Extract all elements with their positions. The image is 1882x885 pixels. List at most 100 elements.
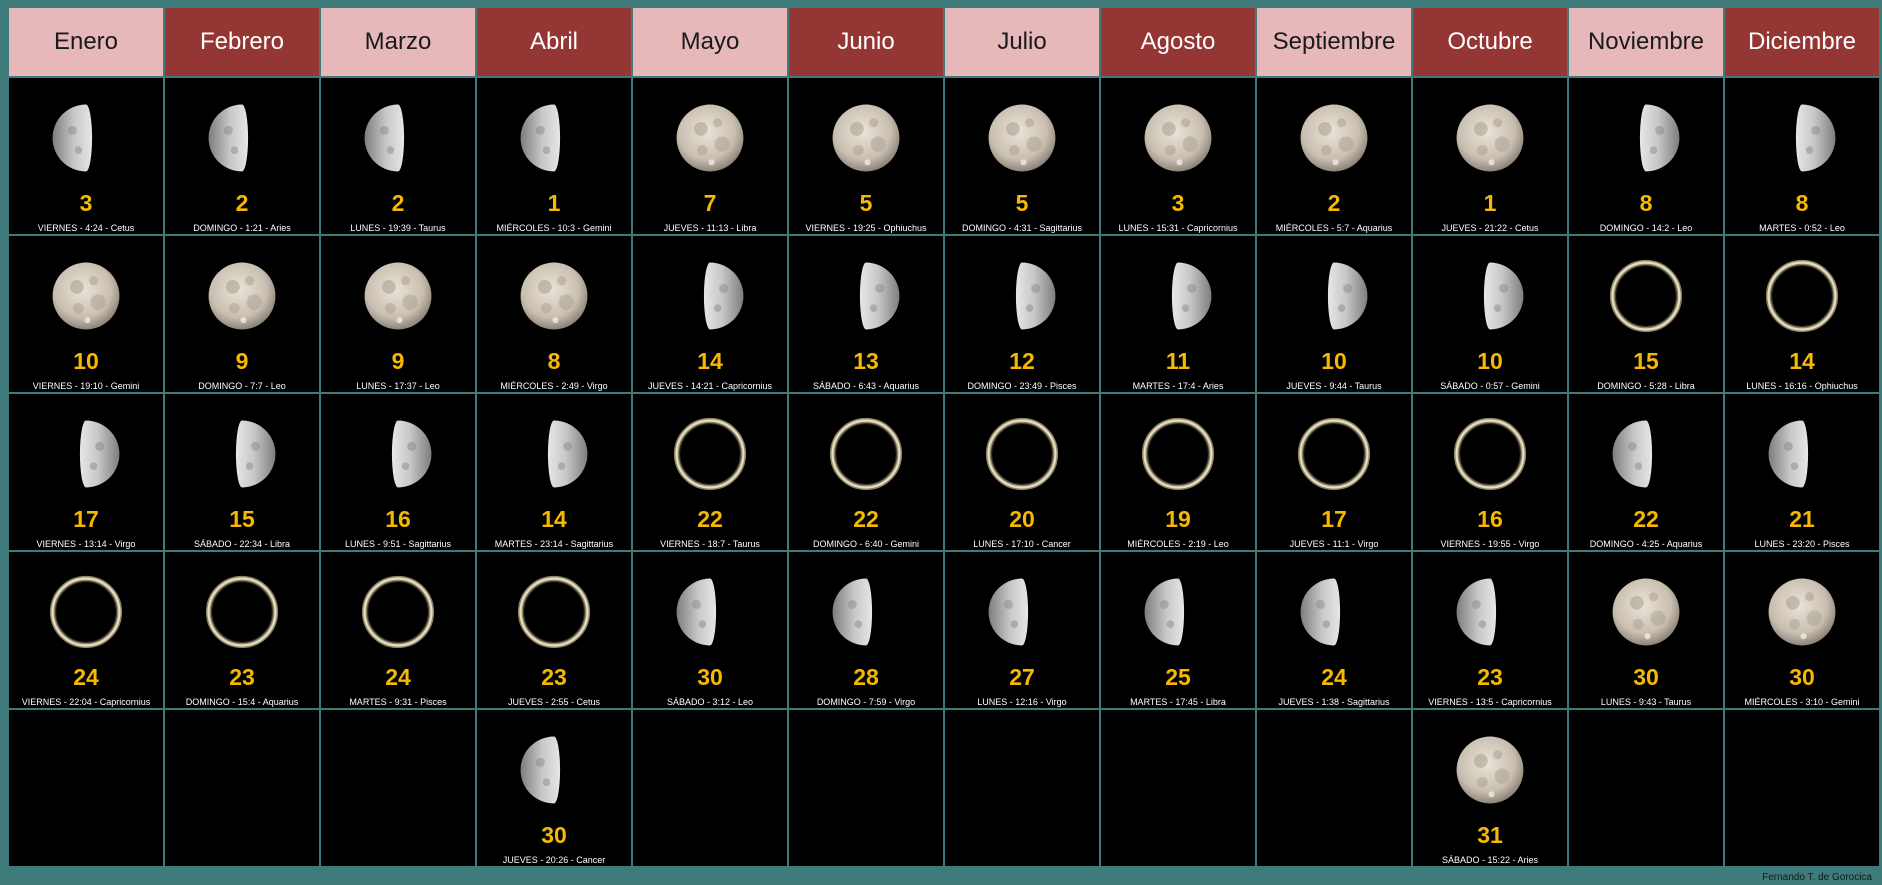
phase-cell: 8 MARTES - 0:52 - Leo bbox=[1725, 78, 1879, 234]
phase-cell: 10 SÁBADO - 0:57 - Gemini bbox=[1413, 236, 1567, 392]
phase-cell: 15 DOMINGO - 5:28 - Libra bbox=[1569, 236, 1723, 392]
phase-day-number: 14 bbox=[541, 506, 567, 532]
phase-day-number: 5 bbox=[1015, 190, 1029, 216]
phase-day-number: 10 bbox=[1477, 348, 1503, 374]
empty-cell bbox=[9, 710, 163, 866]
phase-day-number: 25 bbox=[1165, 664, 1191, 690]
first-quarter-moon-icon bbox=[235, 420, 276, 488]
phase-details: MARTES - 17:4 - Aries bbox=[1132, 381, 1224, 391]
empty-cell bbox=[1569, 710, 1723, 866]
phase-day-number: 30 bbox=[541, 822, 567, 848]
phase-day-number: 14 bbox=[697, 348, 723, 374]
month-header-2: Febrero bbox=[165, 8, 319, 76]
phase-cell: 30 SÁBADO - 3:12 - Leo bbox=[633, 552, 787, 708]
phase-day-number: 16 bbox=[1477, 506, 1503, 532]
last-quarter-moon-icon bbox=[208, 104, 249, 172]
phase-details: LUNES - 12:16 - Virgo bbox=[977, 697, 1067, 707]
month-header-9: Septiembre bbox=[1257, 8, 1411, 76]
phase-details: DOMINGO - 5:28 - Libra bbox=[1597, 381, 1695, 391]
full-moon-icon bbox=[832, 104, 900, 172]
empty-cell bbox=[321, 710, 475, 866]
phase-details: VIERNES - 19:55 - Virgo bbox=[1440, 539, 1540, 549]
phase-details: SÁBADO - 15:22 - Aries bbox=[1441, 855, 1539, 865]
phase-details: JUEVES - 11:13 - Libra bbox=[663, 223, 757, 233]
phase-cell: 1 MIÉRCOLES - 10:3 - Gemini bbox=[477, 78, 631, 234]
phase-cell: 28 DOMINGO - 7:59 - Virgo bbox=[789, 552, 943, 708]
new-moon-icon bbox=[49, 575, 123, 649]
phase-day-number: 23 bbox=[229, 664, 255, 690]
phase-day-number: 22 bbox=[1633, 506, 1659, 532]
phase-details: DOMINGO - 4:31 - Sagittarius bbox=[961, 223, 1083, 233]
full-moon-icon bbox=[988, 104, 1056, 172]
phase-cell: 10 VIERNES - 19:10 - Gemini bbox=[9, 236, 163, 392]
phase-details: JUEVES - 11:1 - Virgo bbox=[1289, 539, 1379, 549]
phase-details: VIERNES - 4:24 - Cetus bbox=[37, 223, 135, 233]
new-moon-icon bbox=[1765, 259, 1839, 333]
first-quarter-moon-icon bbox=[1795, 104, 1836, 172]
phase-cell: 8 DOMINGO - 14:2 - Leo bbox=[1569, 78, 1723, 234]
phase-cell: 25 MARTES - 17:45 - Libra bbox=[1101, 552, 1255, 708]
author-credit: Fernando T. de Gorocica bbox=[1762, 872, 1872, 883]
phase-details: VIERNES - 13:14 - Virgo bbox=[36, 539, 136, 549]
phase-details: LUNES - 17:10 - Cancer bbox=[973, 539, 1071, 549]
phase-details: JUEVES - 20:26 - Cancer bbox=[502, 855, 606, 865]
first-quarter-moon-icon bbox=[859, 262, 900, 330]
phase-day-number: 8 bbox=[1639, 190, 1653, 216]
phase-day-number: 2 bbox=[235, 190, 249, 216]
first-quarter-moon-icon bbox=[79, 420, 120, 488]
phase-details: MIÉRCOLES - 10:3 - Gemini bbox=[496, 223, 612, 233]
phase-cell: 22 DOMINGO - 4:25 - Aquarius bbox=[1569, 394, 1723, 550]
month-header-4: Abril bbox=[477, 8, 631, 76]
phase-cell: 24 MARTES - 9:31 - Pisces bbox=[321, 552, 475, 708]
full-moon-icon bbox=[1456, 104, 1524, 172]
last-quarter-moon-icon bbox=[520, 104, 561, 172]
month-header-12: Diciembre bbox=[1725, 8, 1879, 76]
phase-cell: 19 MIÉRCOLES - 2:19 - Leo bbox=[1101, 394, 1255, 550]
phase-day-number: 7 bbox=[703, 190, 717, 216]
full-moon-icon bbox=[52, 262, 120, 330]
phase-details: LUNES - 9:51 - Sagittarius bbox=[344, 539, 452, 549]
phase-details: VIERNES - 19:25 - Ophiuchus bbox=[805, 223, 927, 233]
full-moon-icon bbox=[1612, 578, 1680, 646]
phase-details: JUEVES - 1:38 - Sagittarius bbox=[1278, 697, 1390, 707]
last-quarter-moon-icon bbox=[676, 578, 717, 646]
phase-cell: 17 VIERNES - 13:14 - Virgo bbox=[9, 394, 163, 550]
phase-day-number: 22 bbox=[853, 506, 879, 532]
phase-day-number: 24 bbox=[73, 664, 99, 690]
phase-cell: 30 JUEVES - 20:26 - Cancer bbox=[477, 710, 631, 866]
phase-day-number: 1 bbox=[547, 190, 561, 216]
empty-cell bbox=[633, 710, 787, 866]
month-header-8: Agosto bbox=[1101, 8, 1255, 76]
first-quarter-moon-icon bbox=[391, 420, 432, 488]
phase-details: VIERNES - 18:7 - Taurus bbox=[660, 539, 760, 549]
phase-cell: 3 VIERNES - 4:24 - Cetus bbox=[9, 78, 163, 234]
full-moon-icon bbox=[520, 262, 588, 330]
phase-cell: 16 VIERNES - 19:55 - Virgo bbox=[1413, 394, 1567, 550]
phase-cell: 24 JUEVES - 1:38 - Sagittarius bbox=[1257, 552, 1411, 708]
phase-details: MARTES - 0:52 - Leo bbox=[1759, 223, 1845, 233]
phase-day-number: 9 bbox=[235, 348, 249, 374]
phase-day-number: 11 bbox=[1165, 348, 1191, 374]
phase-day-number: 8 bbox=[1795, 190, 1809, 216]
phase-cell: 13 SÁBADO - 6:43 - Aquarius bbox=[789, 236, 943, 392]
full-moon-icon bbox=[1456, 736, 1524, 804]
phase-cell: 31 SÁBADO - 15:22 - Aries bbox=[1413, 710, 1567, 866]
phase-day-number: 3 bbox=[1171, 190, 1185, 216]
phase-cell: 3 LUNES - 15:31 - Capricornius bbox=[1101, 78, 1255, 234]
phase-day-number: 15 bbox=[229, 506, 255, 532]
last-quarter-moon-icon bbox=[832, 578, 873, 646]
phase-details: DOMINGO - 7:59 - Virgo bbox=[816, 697, 916, 707]
phase-cell: 17 JUEVES - 11:1 - Virgo bbox=[1257, 394, 1411, 550]
empty-cell bbox=[1725, 710, 1879, 866]
full-moon-icon bbox=[208, 262, 276, 330]
phase-day-number: 21 bbox=[1789, 506, 1815, 532]
phase-details: JUEVES - 9:44 - Taurus bbox=[1286, 381, 1382, 391]
new-moon-icon bbox=[1141, 417, 1215, 491]
phase-day-number: 17 bbox=[73, 506, 99, 532]
last-quarter-moon-icon bbox=[520, 736, 561, 804]
phase-cell: 20 LUNES - 17:10 - Cancer bbox=[945, 394, 1099, 550]
moon-phase-calendar: Enero Febrero Marzo Abril Mayo Junio Julio Agos… bbox=[9, 8, 1879, 866]
phase-day-number: 23 bbox=[1477, 664, 1503, 690]
phase-cell: 16 LUNES - 9:51 - Sagittarius bbox=[321, 394, 475, 550]
phase-details: SÁBADO - 22:34 - Libra bbox=[193, 539, 291, 549]
